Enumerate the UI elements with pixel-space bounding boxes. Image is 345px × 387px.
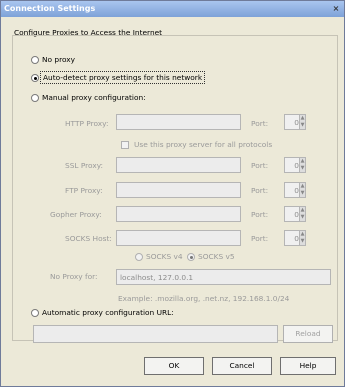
auto-proxy-url-field[interactable] <box>33 325 278 343</box>
socks-v4-label[interactable]: SOCKS v4 <box>146 252 183 261</box>
socks-host-label: SOCKS Host: <box>65 234 112 243</box>
spin-arrows-icon[interactable]: ▲ ▼ <box>299 183 305 197</box>
ssl-proxy-label: SSL Proxy: <box>65 161 104 170</box>
no-proxy-for-value: localhost, 127.0.0.1 <box>120 273 194 282</box>
spin-arrows-icon[interactable]: ▲ ▼ <box>299 115 305 129</box>
gopher-port-stepper[interactable]: 0 ▲ ▼ <box>284 206 306 222</box>
ftp-port-label: Port: <box>251 186 269 195</box>
no-proxy-for-label: No Proxy for: <box>50 272 98 281</box>
manual-proxy-label[interactable]: Manual proxy configuration: <box>42 93 146 102</box>
gopher-port-label: Port: <box>251 210 269 219</box>
auto-proxy-url-label[interactable]: Automatic proxy configuration URL: <box>42 308 174 317</box>
ftp-port-stepper[interactable]: 0 ▲ ▼ <box>284 182 306 198</box>
ftp-proxy-field[interactable] <box>116 182 241 198</box>
http-port-stepper[interactable]: 0 ▲ ▼ <box>284 114 306 130</box>
spin-arrows-icon[interactable]: ▲ ▼ <box>299 158 305 172</box>
window-title: Connection Settings <box>4 4 96 13</box>
auto-proxy-url-radio[interactable] <box>31 309 39 317</box>
title-bar: Connection Settings × <box>1 1 344 17</box>
http-proxy-field[interactable] <box>116 114 241 130</box>
socks-v4-radio[interactable] <box>135 253 143 261</box>
socks-v5-radio[interactable] <box>187 253 195 261</box>
spin-arrows-icon[interactable]: ▲ ▼ <box>299 231 305 245</box>
connection-settings-dialog: Connection Settings × Configure Proxies … <box>0 0 345 387</box>
no-proxy-for-field[interactable]: localhost, 127.0.0.1 <box>116 269 331 285</box>
http-proxy-label: HTTP Proxy: <box>65 119 109 128</box>
socks-port-label: Port: <box>251 234 269 243</box>
gopher-proxy-label: Gopher Proxy: <box>50 210 102 219</box>
socks-host-field[interactable] <box>116 230 241 246</box>
no-proxy-label[interactable]: No proxy <box>42 55 75 64</box>
cancel-button[interactable]: Cancel <box>212 357 272 375</box>
ssl-port-label: Port: <box>251 161 269 170</box>
manual-proxy-radio[interactable] <box>31 94 39 102</box>
gopher-proxy-field[interactable] <box>116 206 241 222</box>
ssl-proxy-field[interactable] <box>116 157 241 173</box>
ok-button[interactable]: OK <box>144 357 204 375</box>
close-icon[interactable]: × <box>331 4 341 14</box>
no-proxy-radio[interactable] <box>31 56 39 64</box>
ssl-port-stepper[interactable]: 0 ▲ ▼ <box>284 157 306 173</box>
ftp-proxy-label: FTP Proxy: <box>65 186 103 195</box>
no-proxy-example: Example: .mozilla.org, .net.nz, 192.168.… <box>118 294 290 303</box>
use-same-proxy-label[interactable]: Use this proxy server for all protocols <box>134 140 272 149</box>
auto-detect-label[interactable]: Auto-detect proxy settings for this netw… <box>40 71 206 84</box>
use-same-proxy-checkbox[interactable] <box>121 141 129 149</box>
spin-arrows-icon[interactable]: ▲ ▼ <box>299 207 305 221</box>
auto-detect-radio[interactable] <box>31 74 39 82</box>
socks-v5-label[interactable]: SOCKS v5 <box>198 252 235 261</box>
reload-button[interactable]: Reload <box>283 325 333 343</box>
socks-port-stepper[interactable]: 0 ▲ ▼ <box>284 230 306 246</box>
http-port-label: Port: <box>251 119 269 128</box>
help-button[interactable]: Help <box>280 357 336 375</box>
